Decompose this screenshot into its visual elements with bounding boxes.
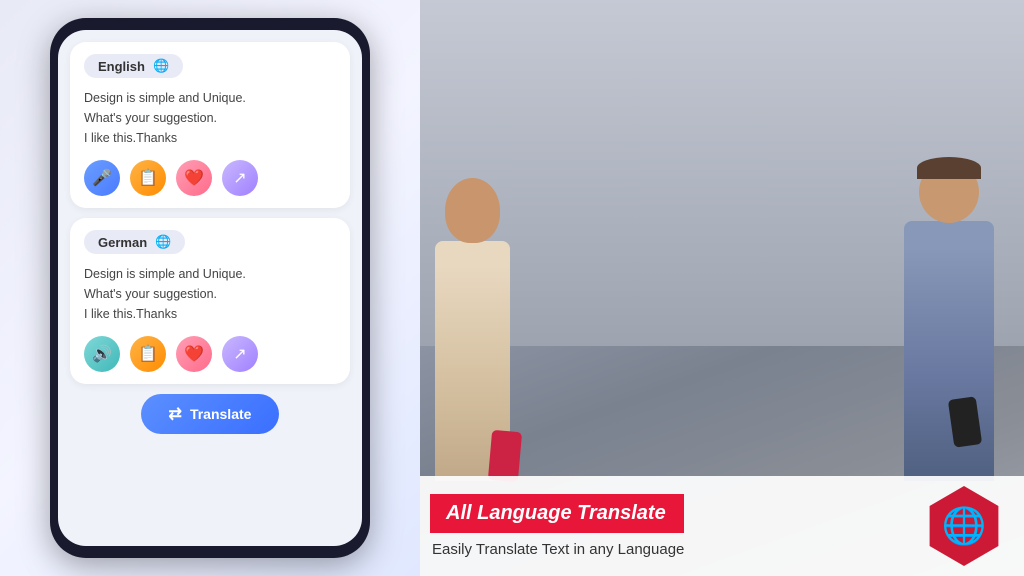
target-card: German 🌐 Design is simple and Unique.Wha… (70, 218, 350, 384)
phone-mockup: English 🌐 Design is simple and Unique.Wh… (50, 18, 370, 558)
source-text: Design is simple and Unique.What's your … (84, 88, 336, 148)
bottom-text-area: All Language Translate Easily Translate … (430, 494, 684, 558)
woman-phone (488, 430, 522, 482)
woman-head (445, 178, 500, 243)
source-language-selector[interactable]: English 🌐 (84, 54, 183, 78)
bottom-overlay: All Language Translate Easily Translate … (420, 476, 1024, 576)
translate-button-label: Translate (190, 406, 251, 422)
microphone-button[interactable]: 🎤 (84, 160, 120, 196)
source-card: English 🌐 Design is simple and Unique.Wh… (70, 42, 350, 208)
share-button-source[interactable]: ↗ (222, 160, 258, 196)
target-language-selector[interactable]: German 🌐 (84, 230, 185, 254)
woman-hair (437, 173, 508, 218)
globe-hex-icon: 🌐 (942, 505, 987, 547)
globe-hexagon: 🌐 (924, 486, 1004, 566)
target-action-buttons: 🔊 📋 ❤️ ↗ (84, 336, 336, 372)
copy-button-target[interactable]: 📋 (130, 336, 166, 372)
target-text: Design is simple and Unique.What's your … (84, 264, 336, 324)
speaker-button[interactable]: 🔊 (84, 336, 120, 372)
phone-screen: English 🌐 Design is simple and Unique.Wh… (58, 30, 362, 546)
target-language-label: German (98, 235, 147, 250)
man-head (919, 161, 979, 223)
favorite-button-source[interactable]: ❤️ (176, 160, 212, 196)
source-globe-icon: 🌐 (153, 58, 169, 74)
right-panel: All Language Translate Easily Translate … (420, 0, 1024, 576)
left-panel: English 🌐 Design is simple and Unique.Wh… (0, 0, 420, 576)
source-language-label: English (98, 59, 145, 74)
target-globe-icon: 🌐 (155, 234, 171, 250)
main-title: All Language Translate (446, 502, 666, 524)
title-box: All Language Translate (430, 494, 684, 533)
favorite-button-target[interactable]: ❤️ (176, 336, 212, 372)
source-action-buttons: 🎤 📋 ❤️ ↗ (84, 160, 336, 196)
translate-icon: ⇄ (169, 404, 182, 424)
share-button-target[interactable]: ↗ (222, 336, 258, 372)
translate-button[interactable]: ⇄ Translate (141, 394, 280, 434)
copy-button-source[interactable]: 📋 (130, 160, 166, 196)
subtitle-text: Easily Translate Text in any Language (430, 541, 684, 558)
